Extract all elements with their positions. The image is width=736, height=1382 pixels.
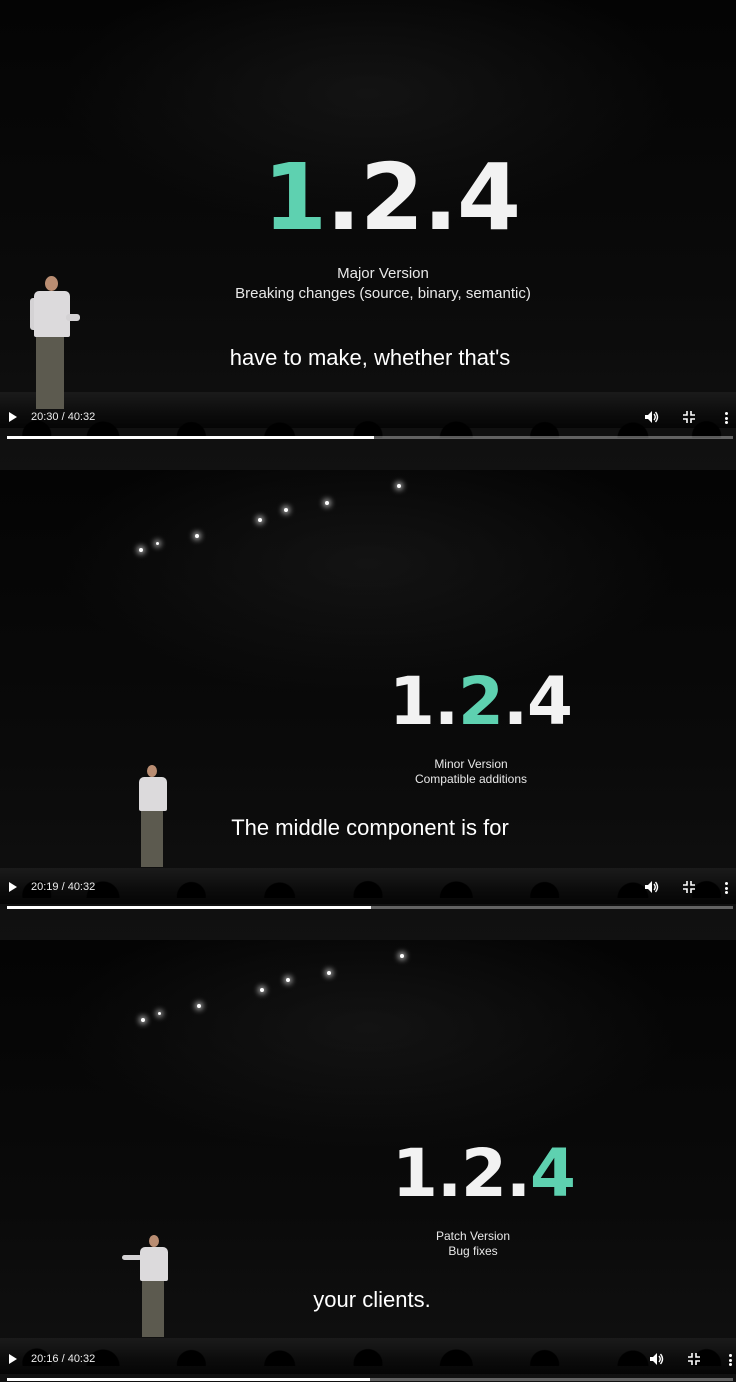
- version-minor: 2: [458, 663, 504, 740]
- stage-light: [158, 1012, 161, 1015]
- speaker-arm: [66, 314, 80, 321]
- version-major: 1: [392, 1135, 438, 1212]
- progress-bar[interactable]: [7, 1378, 733, 1381]
- play-icon[interactable]: [9, 1354, 17, 1364]
- video-frame-1[interactable]: 1.2.4 Major Version Breaking changes (so…: [0, 0, 736, 470]
- version-patch: 4: [530, 1135, 576, 1212]
- speaker-shirt: [140, 1247, 168, 1281]
- version-major: 1: [263, 144, 327, 251]
- exit-fullscreen-icon[interactable]: [683, 411, 695, 423]
- speaker-head: [149, 1235, 159, 1247]
- speaker-shirt: [34, 291, 70, 337]
- progress-fill: [7, 906, 371, 909]
- version-dot: .: [436, 1135, 462, 1212]
- version-patch: 4: [456, 144, 521, 251]
- version-minor: 2: [461, 1135, 507, 1212]
- subtitle: The middle component is for: [231, 815, 509, 840]
- exit-fullscreen-icon[interactable]: [683, 881, 695, 893]
- slide-caption-detail: Bug fixes: [448, 1244, 498, 1258]
- stage-light: [327, 971, 331, 975]
- version-minor: 2: [359, 144, 424, 251]
- volume-icon[interactable]: [644, 410, 659, 424]
- version-dot: .: [433, 663, 459, 740]
- slide-caption-detail: Compatible additions: [414, 772, 528, 786]
- speaker-head: [147, 765, 157, 777]
- play-icon[interactable]: [9, 882, 17, 892]
- progress-bar[interactable]: [7, 906, 733, 909]
- speaker-arm: [122, 1255, 142, 1260]
- slide-caption-detail: Breaking changes (source, binary, semant…: [235, 285, 531, 302]
- stage-light: [325, 501, 329, 505]
- progress-fill: [7, 1378, 370, 1381]
- speaker-shirt: [139, 777, 167, 811]
- version-patch: 4: [527, 663, 573, 740]
- progress-bar[interactable]: [7, 436, 733, 439]
- more-vertical-icon[interactable]: [729, 1354, 732, 1368]
- version-dot: .: [326, 144, 361, 251]
- video-controls: 20:19 / 40:32: [0, 874, 736, 904]
- slide-caption: Minor Version Compatible additions: [370, 757, 572, 787]
- stage-light: [284, 508, 288, 512]
- time-display: 20:19 / 40:32: [31, 881, 96, 893]
- more-vertical-icon[interactable]: [725, 882, 728, 896]
- play-icon[interactable]: [9, 412, 17, 422]
- version-dot: .: [422, 144, 458, 251]
- time-display: 20:16 / 40:32: [31, 1353, 96, 1365]
- slide-caption: Patch Version Bug fixes: [372, 1229, 574, 1259]
- video-controls: 20:30 / 40:32: [0, 404, 736, 434]
- stage-light: [195, 534, 199, 538]
- subtitle: your clients.: [313, 1287, 431, 1312]
- time-display: 20:30 / 40:32: [31, 411, 96, 423]
- stage-light: [139, 548, 143, 552]
- version-number: 1.2.4: [263, 148, 521, 248]
- stage-light: [260, 988, 264, 992]
- subtitle: have to make, whether that's: [229, 345, 511, 370]
- version-dot: .: [505, 1135, 531, 1212]
- video-frame-2[interactable]: 1.2.4 Minor Version Compatible additions…: [0, 470, 736, 940]
- volume-icon[interactable]: [644, 880, 659, 894]
- speaker-head: [45, 276, 58, 291]
- version-number: 1.2.4: [392, 1135, 576, 1212]
- stage-light: [141, 1018, 145, 1022]
- stage-light: [397, 484, 401, 488]
- video-controls: 20:16 / 40:32: [0, 1346, 736, 1376]
- more-vertical-icon[interactable]: [725, 412, 728, 426]
- stage-light: [258, 518, 262, 522]
- stage-light: [156, 542, 159, 545]
- progress-fill: [7, 436, 375, 439]
- slide-caption: Major Version Breaking changes (source, …: [0, 264, 736, 304]
- stage-light: [197, 1004, 201, 1008]
- video-frame-3[interactable]: 1.2.4 Patch Version Bug fixes your clien…: [0, 940, 736, 1382]
- version-major: 1: [389, 663, 435, 740]
- version-dot: .: [502, 663, 528, 740]
- volume-icon[interactable]: [649, 1352, 664, 1366]
- slide-caption-title: Minor Version: [434, 757, 508, 771]
- version-number: 1.2.4: [389, 663, 573, 740]
- stage-light: [400, 954, 404, 958]
- stage-background: [0, 940, 736, 1382]
- exit-fullscreen-icon[interactable]: [688, 1353, 700, 1365]
- slide-caption-title: Major Version: [337, 265, 429, 282]
- stage-light: [286, 978, 290, 982]
- slide-caption-title: Patch Version: [435, 1229, 511, 1243]
